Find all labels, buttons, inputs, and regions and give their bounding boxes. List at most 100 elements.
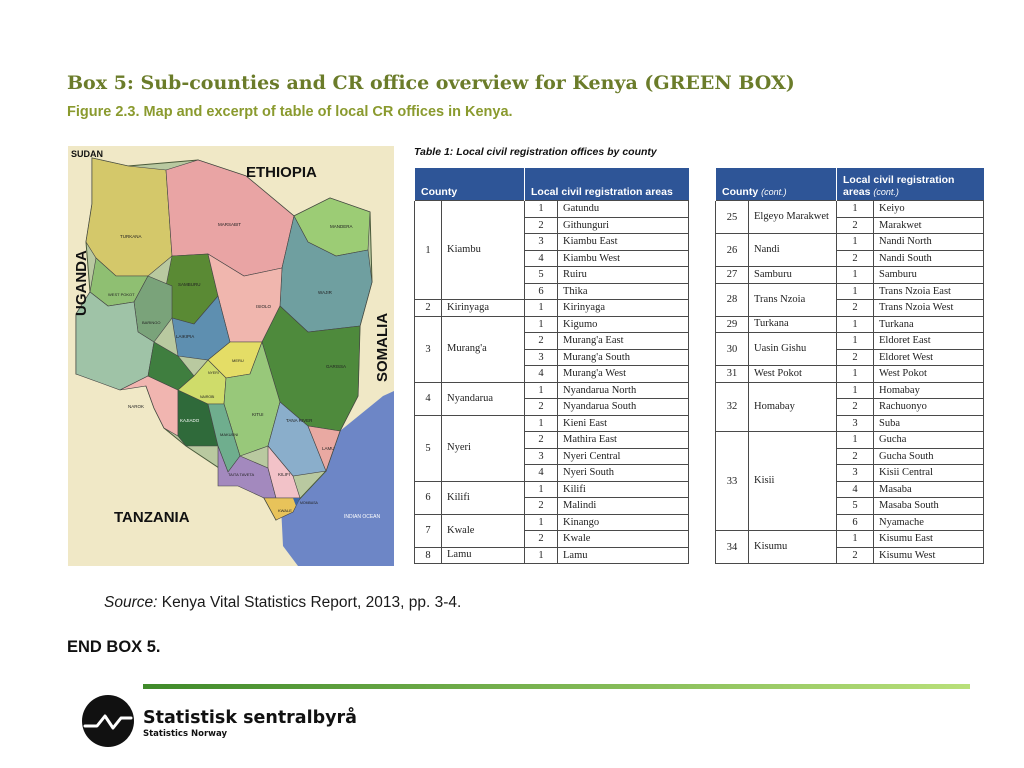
area-number: 1: [524, 299, 559, 317]
county-name: Lamu: [440, 546, 526, 564]
header-county-cont-note: (cont.): [761, 187, 787, 197]
area-name: Thika: [557, 282, 690, 300]
area-name: Ruiru: [557, 266, 690, 284]
area-name: Masaba: [873, 480, 985, 498]
header-areas-cont-note: (cont.): [873, 187, 899, 197]
county-number: 5: [414, 414, 442, 482]
area-name: West Pokot: [873, 365, 985, 383]
area-number: 1: [836, 530, 875, 548]
header-county-cont: County (cont.): [714, 168, 837, 201]
county-name: Kwale: [440, 513, 526, 548]
county-label-kitui: KITUI: [252, 412, 264, 417]
table-row: 28 Trans Nzoia 1 Trans Nzoia East: [715, 282, 985, 317]
county-name: Kisii: [747, 431, 838, 531]
table-row: 29 Turkana 1 Turkana: [715, 315, 985, 333]
county-name: Samburu: [747, 266, 838, 284]
table-row: 27 Samburu 1 Samburu: [715, 266, 985, 284]
county-number: 6: [414, 480, 442, 515]
county-number: 2: [414, 299, 442, 317]
org-sub-name: Statistics Norway: [143, 729, 228, 739]
table-caption: Table 1: Local civil registration office…: [414, 146, 657, 158]
area-number: 1: [524, 546, 559, 564]
header-areas-cont: Local civil registration areas (cont.): [836, 168, 984, 201]
area-name: Gucha: [873, 431, 985, 449]
county-label-makueni: MAKUENI: [220, 432, 238, 437]
county-number: 4: [414, 381, 442, 416]
area-name: Murang'a South: [557, 348, 690, 366]
map-label-tanzania: TANZANIA: [114, 509, 190, 526]
area-number: 5: [836, 497, 875, 515]
area-name: Murang'a West: [557, 365, 690, 383]
table-row: 7 Kwale 1 Kinango: [414, 513, 690, 548]
county-number: 25: [715, 200, 749, 234]
area-name: Mathira East: [557, 431, 690, 449]
area-name: Kieni East: [557, 414, 690, 432]
county-name: Elgeyo Marakwet: [747, 200, 838, 234]
county-number: 31: [715, 365, 749, 383]
area-number: 1: [836, 431, 875, 449]
area-name: Marakwet: [873, 216, 985, 234]
county-label-isiolo: ISIOLO: [256, 304, 272, 309]
county-number: 26: [715, 233, 749, 267]
area-number: 2: [836, 447, 875, 465]
county-number: 32: [715, 381, 749, 432]
county-number: 28: [715, 282, 749, 317]
header-areas: Local civil registration areas: [524, 168, 689, 201]
county-name: Nandi: [747, 233, 838, 267]
area-name: Eldoret West: [873, 348, 985, 366]
county-label-lamu: LAMU: [322, 446, 335, 451]
area-number: 2: [836, 249, 875, 267]
county-label-kilifi: KILIFI: [278, 472, 290, 477]
page-title: Box 5: Sub-counties and CR office overvi…: [67, 72, 795, 94]
header-county-label: County: [722, 186, 759, 198]
area-number: 1: [524, 381, 559, 399]
area-name: Gatundu: [557, 200, 690, 218]
header-county-label: County: [421, 186, 458, 198]
area-number: 1: [524, 315, 559, 333]
area-number: 3: [524, 233, 559, 251]
county-number: 3: [414, 315, 442, 383]
map-label-ethiopia: ETHIOPIA: [246, 164, 317, 181]
area-number: 2: [524, 530, 559, 548]
area-name: Nandi North: [873, 233, 985, 251]
area-number: 3: [524, 348, 559, 366]
county-label-mombasa: MOMBASA: [300, 501, 319, 505]
map-label-indian-ocean: INDIAN OCEAN: [344, 514, 381, 520]
area-number: 4: [524, 464, 559, 482]
table-row: 3 Murang'a 1 Kigumo: [414, 315, 690, 383]
county-number: 27: [715, 266, 749, 284]
area-number: 2: [524, 332, 559, 350]
map-label-somalia: SOMALIA: [374, 313, 391, 382]
table-row: 25 Elgeyo Marakwet 1 Keiyo: [715, 200, 985, 234]
county-label-nairobi: NAIROBI: [200, 395, 214, 399]
table-row: 26 Nandi 1 Nandi North: [715, 233, 985, 267]
area-name: Lamu: [557, 546, 690, 564]
county-label-west-pokot: WEST POKOT: [108, 292, 135, 297]
county-label-garissa: GARISSA: [326, 364, 346, 369]
county-number: 29: [715, 315, 749, 333]
header-county: County: [413, 168, 525, 201]
area-name: Keiyo: [873, 200, 985, 218]
area-name: Suba: [873, 414, 985, 432]
county-label-tana-river: TANA RIVER: [286, 418, 313, 423]
county-label-narok: NAROK: [128, 404, 144, 409]
area-number: 2: [836, 546, 875, 564]
table-row: 6 Kilifi 1 Kilifi: [414, 480, 690, 515]
county-name: Kilifi: [440, 480, 526, 515]
area-name: Nyeri South: [557, 464, 690, 482]
county-number: 1: [414, 200, 442, 300]
county-label-laikipia: LAIKIPIA: [176, 334, 194, 339]
area-number: 1: [836, 233, 875, 251]
table-row: 2 Kirinyaga 1 Kirinyaga: [414, 299, 690, 317]
area-number: 1: [836, 266, 875, 284]
map-label-uganda: UGANDA: [73, 250, 90, 316]
county-number: 34: [715, 530, 749, 564]
area-number: 2: [836, 299, 875, 317]
area-name: Nandi South: [873, 249, 985, 267]
area-name: Kisii Central: [873, 464, 985, 482]
area-name: Nyandarua North: [557, 381, 690, 399]
county-name: Turkana: [747, 315, 838, 333]
area-number: 2: [836, 398, 875, 416]
area-number: 3: [836, 414, 875, 432]
source-prefix: Source:: [104, 594, 158, 611]
